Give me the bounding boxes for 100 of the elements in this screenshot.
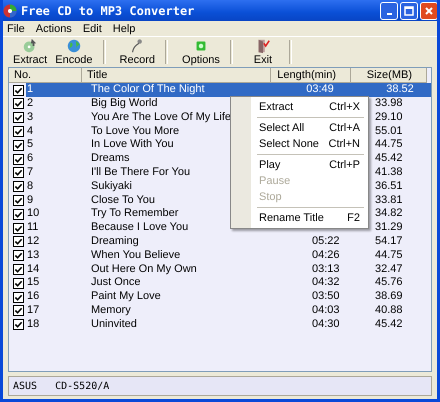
- checkbox[interactable]: [13, 154, 24, 165]
- table-cell: 03:49: [275, 83, 355, 98]
- table-cell[interactable]: 18: [26, 318, 86, 332]
- table-cell: 38.69: [375, 290, 403, 304]
- table-cell: 45.76: [375, 276, 403, 290]
- table-cell: 03:50: [312, 290, 340, 304]
- table-cell: 34.82: [375, 207, 403, 222]
- table-cell[interactable]: 6: [26, 152, 86, 166]
- table-cell: 05:22: [312, 235, 340, 249]
- table-cell: 36.51: [375, 180, 403, 194]
- table-cell[interactable]: 3: [26, 110, 86, 125]
- checkbox[interactable]: [13, 98, 24, 110]
- table-cell[interactable]: 2: [26, 97, 86, 111]
- table-cell: Out Here On My Own: [91, 262, 197, 276]
- table-cell: 38.52: [355, 83, 431, 98]
- table-cell[interactable]: 10: [26, 207, 86, 222]
- table-cell: 40.88: [375, 304, 403, 318]
- table-cell: 31.29: [375, 221, 403, 236]
- checkbox[interactable]: [13, 140, 24, 151]
- table-cell: Big Big World: [91, 97, 158, 111]
- table-cell: 41.38: [375, 166, 403, 180]
- table-cell: 33.98: [375, 97, 403, 111]
- menu-item[interactable]: Edit: [80, 22, 111, 35]
- table-cell[interactable]: 15: [26, 276, 86, 290]
- table-cell: 54.17: [375, 235, 403, 249]
- table-cell: 29.10: [375, 110, 403, 125]
- status-text: CD-S520/A: [55, 380, 110, 392]
- table-cell: When You Believe: [91, 248, 180, 263]
- close-icon: [424, 6, 434, 16]
- context-menu-item[interactable]: Select All Ctrl+A: [231, 120, 368, 136]
- checkbox[interactable]: [13, 278, 24, 289]
- checkbox[interactable]: [13, 195, 24, 206]
- checkbox[interactable]: [13, 84, 24, 96]
- checkbox[interactable]: [13, 167, 24, 178]
- table-cell: 45.42: [375, 318, 403, 332]
- table-cell[interactable]: 9: [26, 194, 86, 208]
- checkbox[interactable]: [13, 292, 24, 303]
- table-cell[interactable]: 7: [26, 166, 86, 180]
- table-cell[interactable]: 4: [26, 124, 86, 138]
- table-cell: Dreaming: [91, 235, 139, 249]
- toolbar-button[interactable]: Extract: [9, 37, 52, 68]
- toolbar-button[interactable]: Encode: [51, 37, 97, 68]
- window-title: Free CD to MP3 Converter: [21, 4, 196, 18]
- checkbox[interactable]: [13, 181, 24, 192]
- table-cell[interactable]: 17: [26, 304, 86, 318]
- table-cell[interactable]: 8: [26, 180, 86, 194]
- table-cell: In Love With You: [91, 138, 174, 152]
- context-menu-item[interactable]: Play Ctrl+P: [231, 157, 368, 174]
- menu-item[interactable]: File: [5, 22, 34, 35]
- toolbar-button[interactable]: Record: [116, 37, 160, 68]
- table-cell: Sukiyaki: [91, 180, 132, 194]
- checkbox[interactable]: [13, 208, 24, 220]
- context-menu-item[interactable]: Select None Ctrl+N: [231, 136, 368, 152]
- checkbox[interactable]: [13, 319, 24, 330]
- table-cell: 44.75: [375, 248, 403, 263]
- checkbox[interactable]: [13, 250, 24, 262]
- checkbox[interactable]: [13, 264, 24, 275]
- table-cell: Uninvited: [91, 318, 137, 332]
- table-cell: You Are The Love Of My Life: [91, 110, 232, 125]
- table-cell: 03:13: [312, 262, 340, 276]
- minimize-icon: [386, 12, 392, 14]
- table-cell: To Love You More: [91, 124, 180, 138]
- checkbox[interactable]: [13, 112, 24, 124]
- disc-icon: [3, 4, 17, 18]
- globe-icon: [66, 38, 82, 54]
- minimize-button[interactable]: [380, 2, 398, 20]
- context-menu-item[interactable]: Rename Title F2: [231, 210, 368, 226]
- table-cell: 04:32: [312, 276, 340, 290]
- checkbox[interactable]: [13, 236, 24, 248]
- table-cell: Paint My Love: [91, 290, 161, 304]
- checkbox[interactable]: [13, 305, 24, 316]
- disc-arrow-icon: [22, 38, 38, 54]
- table-cell[interactable]: 14: [26, 262, 86, 276]
- table-cell: The Color Of The Night: [86, 83, 275, 98]
- maximize-button[interactable]: [400, 2, 418, 20]
- menu-item[interactable]: Actions: [34, 22, 81, 35]
- table-cell: 55.01: [375, 124, 403, 138]
- table-cell: 32.47: [375, 262, 403, 276]
- table-cell: 04:03: [312, 304, 340, 318]
- table-cell[interactable]: 1: [26, 83, 86, 98]
- table-cell[interactable]: 5: [26, 138, 86, 152]
- table-cell: Try To Remember: [91, 207, 178, 222]
- table-cell[interactable]: 16: [26, 290, 86, 304]
- table-cell: Just Once: [91, 276, 141, 290]
- menu-item[interactable]: Help: [110, 22, 144, 35]
- table-cell[interactable]: 11: [26, 221, 86, 236]
- checkbox[interactable]: [13, 222, 24, 234]
- context-menu-item[interactable]: Extract Ctrl+X: [231, 99, 368, 116]
- checkbox[interactable]: [13, 126, 24, 138]
- table-cell: Memory: [91, 304, 131, 318]
- toolbar-button[interactable]: Exit: [242, 37, 283, 68]
- table-cell: Dreams: [91, 152, 130, 166]
- close-button[interactable]: [420, 2, 437, 20]
- toolbar-button[interactable]: Options: [178, 37, 224, 68]
- table-cell: 44.75: [375, 138, 403, 152]
- table-cell: Close To You: [91, 194, 156, 208]
- table-cell: 33.81: [375, 194, 403, 208]
- table-cell[interactable]: 13: [26, 248, 86, 263]
- table-cell[interactable]: 12: [26, 235, 86, 249]
- table-cell: I'll Be There For You: [91, 166, 190, 180]
